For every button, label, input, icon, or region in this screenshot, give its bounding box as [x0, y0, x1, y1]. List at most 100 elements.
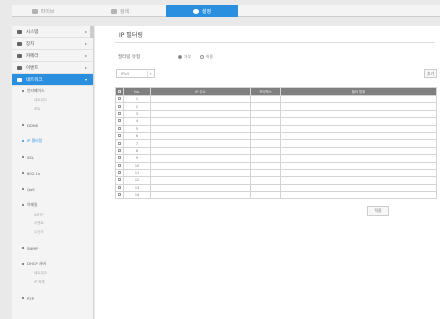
sidebar-leaf-recipient[interactable]: 수신자: [12, 228, 93, 237]
table-row: 6: [115, 131, 437, 141]
tab-setup[interactable]: 설정: [166, 5, 238, 17]
bullet-icon: [22, 140, 24, 142]
ip-address-cell[interactable]: [150, 109, 251, 119]
ip-address-cell[interactable]: [150, 117, 251, 126]
chevron-right-icon: ▸: [84, 53, 87, 58]
filter-range-cell: [280, 176, 437, 185]
prefix-cell[interactable]: [250, 154, 281, 163]
sidebar-sub-label: QoS: [27, 186, 35, 192]
sidebar-item-system[interactable]: 시스템 ▸: [12, 26, 93, 38]
ip-filter-table: No. IP 주소 프리픽스 필터 범위 1 2 3 4 5 6 7 8 9 10 11 12 13 14: [115, 87, 437, 200]
row-checkbox[interactable]: [115, 94, 124, 104]
ip-address-cell[interactable]: [150, 191, 251, 200]
bullet-icon: [22, 172, 24, 174]
tab-live[interactable]: 라이브: [12, 5, 74, 17]
sidebar-leaf-network[interactable]: 네트워크: [12, 96, 93, 105]
sidebar-sub-dhcp[interactable]: DHCP 서버: [12, 259, 93, 269]
radio-allow[interactable]: 허용: [200, 54, 213, 60]
row-checkbox[interactable]: [115, 154, 124, 163]
row-checkbox[interactable]: [115, 109, 124, 119]
sidebar-sub-label: 802.1x: [27, 170, 41, 176]
sidebar-item-device[interactable]: 장치 ▸: [12, 38, 93, 50]
row-checkbox[interactable]: [115, 117, 124, 126]
sidebar-leaf-port[interactable]: 포트: [12, 105, 93, 114]
sidebar-sub-interface[interactable]: 인터페이스: [12, 86, 93, 96]
sidebar-sub-email[interactable]: 이메일: [12, 200, 93, 210]
bullet-icon: [22, 263, 24, 265]
prefix-cell[interactable]: [250, 168, 281, 178]
sidebar-leaf-smtp[interactable]: SMTP: [12, 210, 93, 219]
row-checkbox[interactable]: [115, 176, 124, 185]
row-no: 12: [123, 176, 151, 185]
sidebar-leaf-dhcp-network[interactable]: 네트워크: [12, 269, 93, 278]
sidebar-item-event[interactable]: 이벤트 ▸: [12, 62, 93, 74]
sidebar-item-camera[interactable]: 카메라 ▸: [12, 50, 93, 62]
sidebar-sub-p2p[interactable]: P2P: [12, 293, 93, 303]
prefix-cell[interactable]: [250, 109, 281, 119]
filter-range-cell: [280, 94, 437, 104]
select-all-checkbox[interactable]: [115, 87, 124, 96]
chevron-down-icon: ▾: [147, 71, 153, 77]
row-no: 14: [123, 191, 151, 200]
ip-address-cell[interactable]: [150, 176, 251, 185]
tab-search[interactable]: 검색: [74, 5, 166, 17]
row-checkbox[interactable]: [115, 168, 124, 178]
prefix-cell[interactable]: [250, 176, 281, 185]
sidebar-sub-ddns[interactable]: DDNS: [12, 120, 93, 130]
sidebar-sub-qos[interactable]: QoS: [12, 184, 93, 194]
ip-address-cell[interactable]: [150, 124, 251, 133]
filter-range-cell: [280, 168, 437, 178]
prefix-cell[interactable]: [250, 102, 281, 111]
prefix-cell[interactable]: [250, 161, 281, 170]
top-tab-bar: 라이브 검색 설정: [12, 5, 440, 17]
sidebar-sub-ssl[interactable]: SSL: [12, 152, 93, 162]
ip-address-cell[interactable]: [150, 139, 251, 148]
prefix-cell[interactable]: [250, 139, 281, 148]
system-icon: [17, 29, 22, 34]
ip-address-cell[interactable]: [150, 146, 251, 156]
ip-address-cell[interactable]: [150, 94, 251, 104]
radio-deny[interactable]: 거부: [178, 54, 191, 60]
ip-type-select[interactable]: IPv4 ▾: [116, 69, 155, 78]
row-checkbox[interactable]: [115, 146, 124, 156]
row-checkbox[interactable]: [115, 102, 124, 111]
sidebar-sub-snmp[interactable]: SNMP: [12, 243, 93, 253]
prefix-cell[interactable]: [250, 131, 281, 141]
ip-address-cell[interactable]: [150, 102, 251, 111]
sidebar-leaf-event[interactable]: 이벤트: [12, 219, 93, 228]
sidebar-leaf-ip-list[interactable]: IP 목록: [12, 278, 93, 287]
radio-deny-label: 거부: [184, 54, 191, 59]
prefix-cell[interactable]: [250, 183, 281, 193]
sidebar-scrollbar[interactable]: [90, 26, 94, 38]
ip-address-cell[interactable]: [150, 131, 251, 141]
sidebar-sub-label: IP 필터링: [27, 138, 43, 143]
row-checkbox[interactable]: [115, 131, 124, 141]
col-no: No.: [123, 87, 151, 96]
bullet-icon: [22, 204, 24, 206]
apply-button[interactable]: 적용: [367, 206, 389, 216]
tab-live-label: 라이브: [40, 8, 55, 15]
filter-range-cell: [280, 124, 437, 133]
prefix-cell[interactable]: [250, 124, 281, 133]
add-button[interactable]: 추가: [424, 69, 437, 78]
ip-address-cell[interactable]: [150, 161, 251, 170]
tab-search-label: 검색: [119, 8, 130, 15]
row-checkbox[interactable]: [115, 161, 124, 170]
row-checkbox[interactable]: [115, 124, 124, 133]
filter-range-cell: [280, 139, 437, 148]
prefix-cell[interactable]: [250, 146, 281, 156]
row-checkbox[interactable]: [115, 183, 124, 193]
sidebar-item-network[interactable]: 네트워크 ▾: [12, 74, 93, 86]
sidebar-sub-ip-filtering[interactable]: IP 필터링: [12, 136, 93, 146]
ip-address-cell[interactable]: [150, 168, 251, 178]
row-checkbox[interactable]: [115, 191, 124, 200]
prefix-cell[interactable]: [250, 94, 281, 104]
prefix-cell[interactable]: [250, 191, 281, 200]
table-row: 4: [115, 117, 437, 126]
device-icon: [17, 41, 22, 46]
ip-address-cell[interactable]: [150, 154, 251, 163]
prefix-cell[interactable]: [250, 117, 281, 126]
ip-address-cell[interactable]: [150, 183, 251, 193]
sidebar-sub-8021x[interactable]: 802.1x: [12, 168, 93, 178]
row-checkbox[interactable]: [115, 139, 124, 148]
